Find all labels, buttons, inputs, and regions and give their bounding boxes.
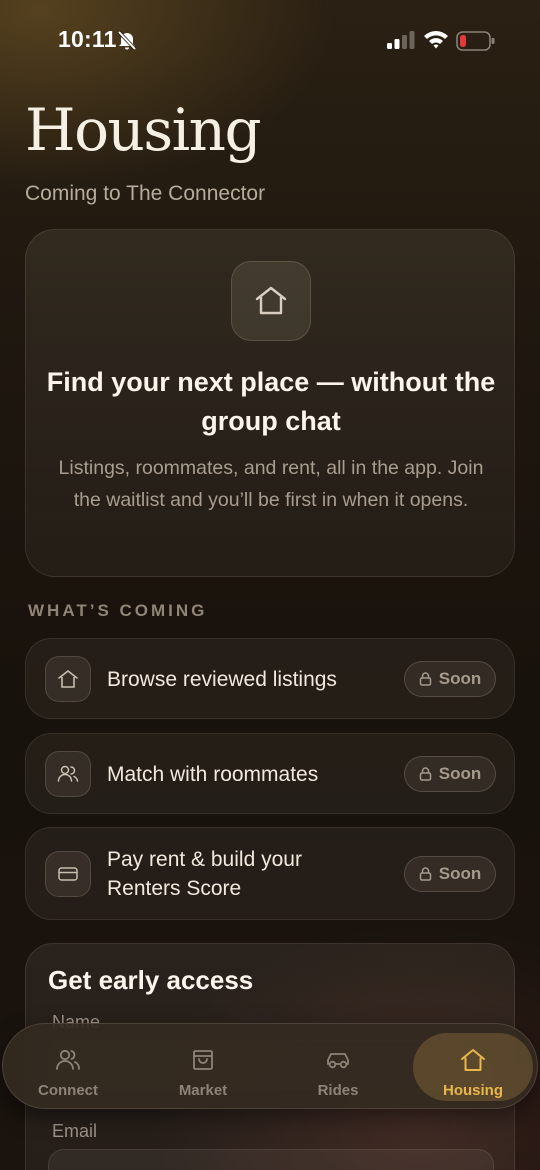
wifi-icon <box>423 29 449 54</box>
feature-card-roommates: Match with roommates Soon <box>25 733 515 814</box>
house-icon <box>45 656 91 702</box>
house-icon <box>460 1048 486 1074</box>
tab-market[interactable]: Market <box>143 1024 263 1110</box>
email-field[interactable] <box>48 1149 494 1170</box>
tab-label: Connect <box>38 1082 98 1099</box>
soon-badge: Soon <box>404 856 496 892</box>
lock-icon <box>419 867 431 881</box>
store-icon <box>191 1048 215 1074</box>
tab-label: Market <box>178 1082 228 1099</box>
tab-rides[interactable]: Rides <box>278 1024 398 1110</box>
soon-label: Soon <box>438 669 482 688</box>
house-icon <box>231 261 311 341</box>
email-field-label: Email <box>52 1121 98 1141</box>
status-bar: 10:11 <box>0 0 540 80</box>
hero-description: Listings, roommates, and rent, all in th… <box>58 457 484 511</box>
hero-title: Find your next place — without the group… <box>46 367 496 436</box>
feature-label: Pay rent & build your Renters Score <box>107 848 302 900</box>
card-icon <box>45 851 91 897</box>
page-title: Housing <box>25 96 262 164</box>
tab-housing[interactable]: Housing <box>413 1033 533 1101</box>
status-time: 10:11 <box>58 26 117 52</box>
signal-icon <box>387 31 415 54</box>
people-icon <box>45 751 91 797</box>
feature-card-listings: Browse reviewed listings Soon <box>25 638 515 719</box>
battery-low-icon <box>456 30 496 57</box>
page-subtitle: Coming to The Connector <box>25 182 266 205</box>
soon-badge: Soon <box>404 756 496 792</box>
early-access-title: Get early access <box>48 965 254 995</box>
people-icon <box>55 1048 81 1074</box>
section-label: WHAT’S COMING <box>28 601 208 620</box>
hero-card: Find your next place — without the group… <box>25 229 515 577</box>
lock-icon <box>419 767 431 781</box>
feature-card-rent: Pay rent & build your Renters Score Soon <box>25 827 515 920</box>
tab-bar: Connect Market Rides Housing <box>2 1023 538 1109</box>
feature-label: Browse reviewed listings <box>107 668 337 691</box>
tab-connect[interactable]: Connect <box>8 1024 128 1110</box>
tab-label: Rides <box>317 1082 359 1099</box>
car-icon <box>325 1048 351 1074</box>
soon-label: Soon <box>438 864 482 883</box>
lock-icon <box>419 672 431 686</box>
tab-label: Housing <box>443 1082 503 1099</box>
soon-label: Soon <box>438 764 482 783</box>
feature-label: Match with roommates <box>107 763 319 786</box>
soon-badge: Soon <box>404 661 496 697</box>
bell-slash-icon <box>116 29 138 56</box>
